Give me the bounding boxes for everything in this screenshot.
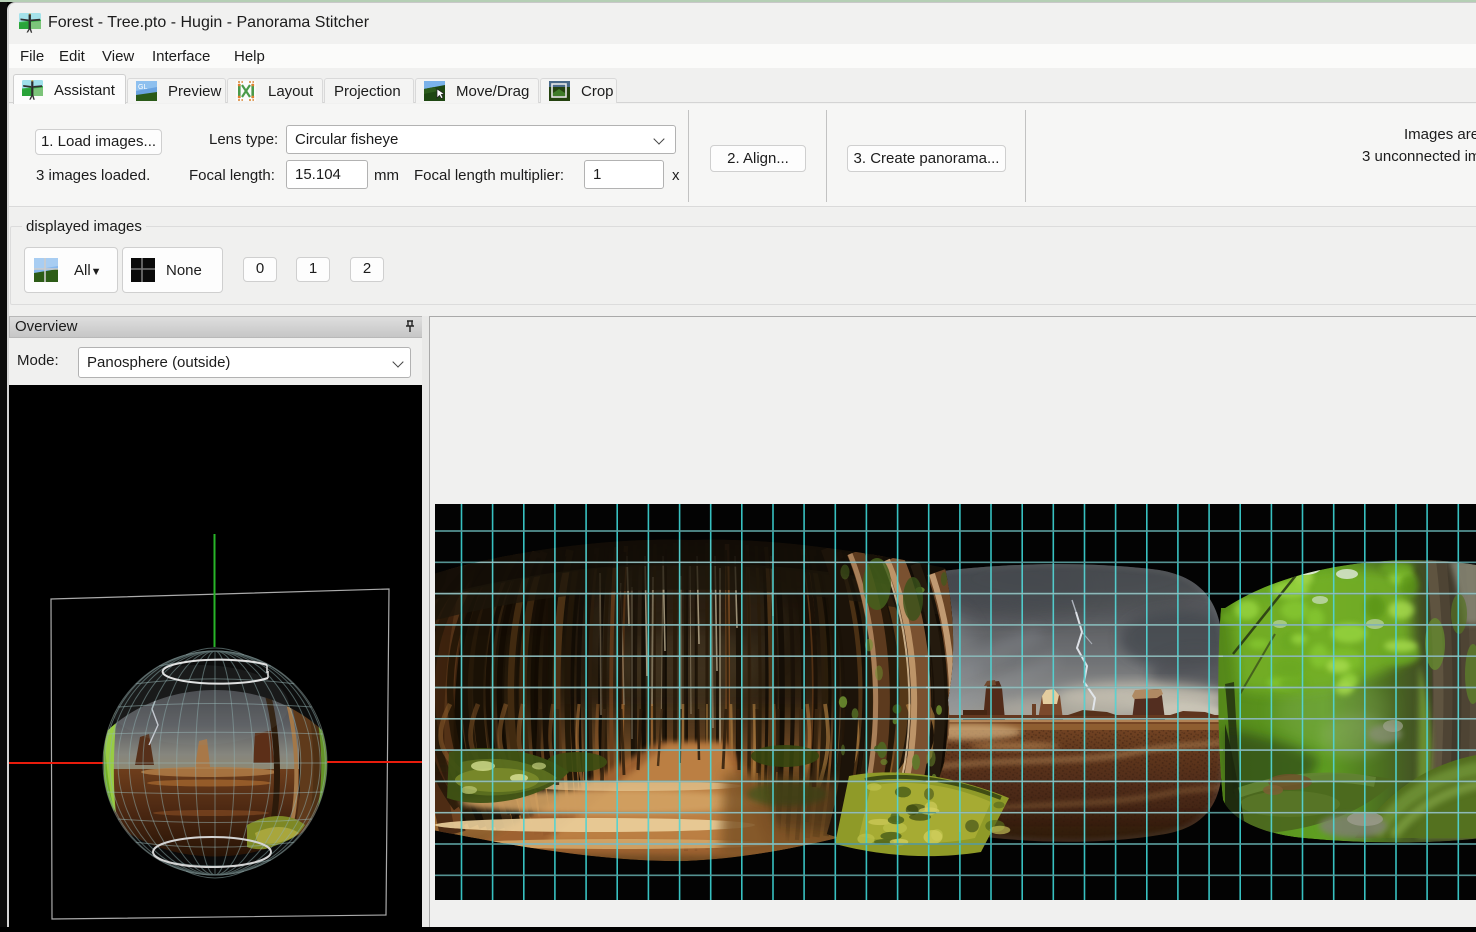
- svg-text:GL: GL: [138, 84, 147, 91]
